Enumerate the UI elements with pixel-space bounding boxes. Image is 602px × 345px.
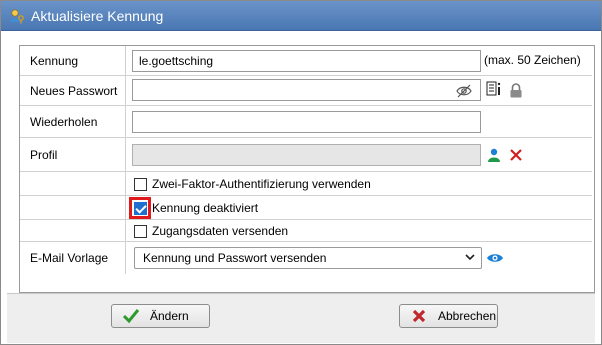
- row-email-vorlage: E-Mail Vorlage Kennung und Passwort vers…: [20, 242, 592, 274]
- row-wiederholen: Wiederholen: [20, 106, 592, 138]
- zwei-faktor-checkbox[interactable]: Zwei-Faktor-Authentifizierung verwenden: [134, 177, 371, 191]
- kennung-deaktiviert-label: Kennung deaktiviert: [152, 201, 259, 215]
- email-vorlage-selected: Kennung und Passwort versenden: [143, 251, 327, 265]
- aendern-label: Ändern: [150, 309, 189, 323]
- neues-passwort-label: Neues Passwort: [20, 76, 126, 105]
- eye-slash-icon[interactable]: [456, 83, 472, 99]
- row-kennung-deaktiviert: Kennung deaktiviert: [20, 196, 592, 220]
- zugangsdaten-checkbox-box[interactable]: [134, 224, 147, 238]
- kennung-deaktiviert-checkbox-box[interactable]: [134, 201, 147, 215]
- checkmark-icon: [122, 307, 140, 325]
- zwei-faktor-label: Zwei-Faktor-Authentifizierung verwenden: [152, 177, 371, 191]
- zugangsdaten-checkbox[interactable]: Zugangsdaten versenden: [134, 224, 288, 238]
- clear-profile-icon[interactable]: [508, 147, 524, 163]
- dialog-content: Kennung le.goettsching (max. 50 Zeichen)…: [7, 31, 595, 293]
- button-bar: Ändern Abbrechen: [7, 293, 595, 343]
- row-zwei-faktor: Zwei-Faktor-Authentifizierung verwenden: [20, 172, 592, 196]
- abbrechen-button[interactable]: Abbrechen: [399, 304, 498, 328]
- row-kennung: Kennung le.goettsching (max. 50 Zeichen): [20, 46, 592, 76]
- zwei-faktor-checkbox-box[interactable]: [134, 177, 147, 191]
- window-title: Aktualisiere Kennung: [31, 8, 164, 24]
- form-panel: Kennung le.goettsching (max. 50 Zeichen)…: [19, 45, 595, 293]
- wiederholen-input[interactable]: [132, 111, 481, 133]
- zugangsdaten-label: Zugangsdaten versenden: [152, 224, 289, 238]
- row-neues-passwort: Neues Passwort: [20, 76, 592, 106]
- row-profil: Profil: [20, 138, 592, 172]
- dialog-window: Aktualisiere Kennung Kennung le.goettsch…: [0, 0, 602, 345]
- neues-passwort-input[interactable]: [132, 79, 481, 101]
- password-generator-icon[interactable]: [486, 81, 502, 97]
- lock-icon[interactable]: [508, 82, 524, 98]
- abbrechen-label: Abbrechen: [438, 309, 497, 323]
- kennung-label: Kennung: [20, 46, 126, 75]
- user-key-icon: [9, 8, 25, 24]
- preview-eye-icon[interactable]: [486, 250, 504, 266]
- wiederholen-label: Wiederholen: [20, 106, 126, 137]
- kennung-hint: (max. 50 Zeichen): [484, 53, 581, 67]
- kennung-input[interactable]: le.goettsching: [132, 50, 481, 72]
- profil-label: Profil: [20, 138, 126, 171]
- title-bar: Aktualisiere Kennung: [1, 1, 601, 31]
- select-profile-icon[interactable]: [486, 147, 502, 163]
- email-vorlage-label: E-Mail Vorlage: [20, 242, 126, 274]
- kennung-deaktiviert-checkbox[interactable]: Kennung deaktiviert: [134, 201, 258, 215]
- aendern-button[interactable]: Ändern: [111, 304, 210, 328]
- chevron-down-icon: [465, 251, 475, 266]
- cancel-x-icon: [410, 307, 428, 325]
- row-zugangsdaten: Zugangsdaten versenden: [20, 220, 592, 242]
- profil-input[interactable]: [132, 144, 481, 166]
- email-vorlage-select[interactable]: Kennung und Passwort versenden: [134, 247, 482, 269]
